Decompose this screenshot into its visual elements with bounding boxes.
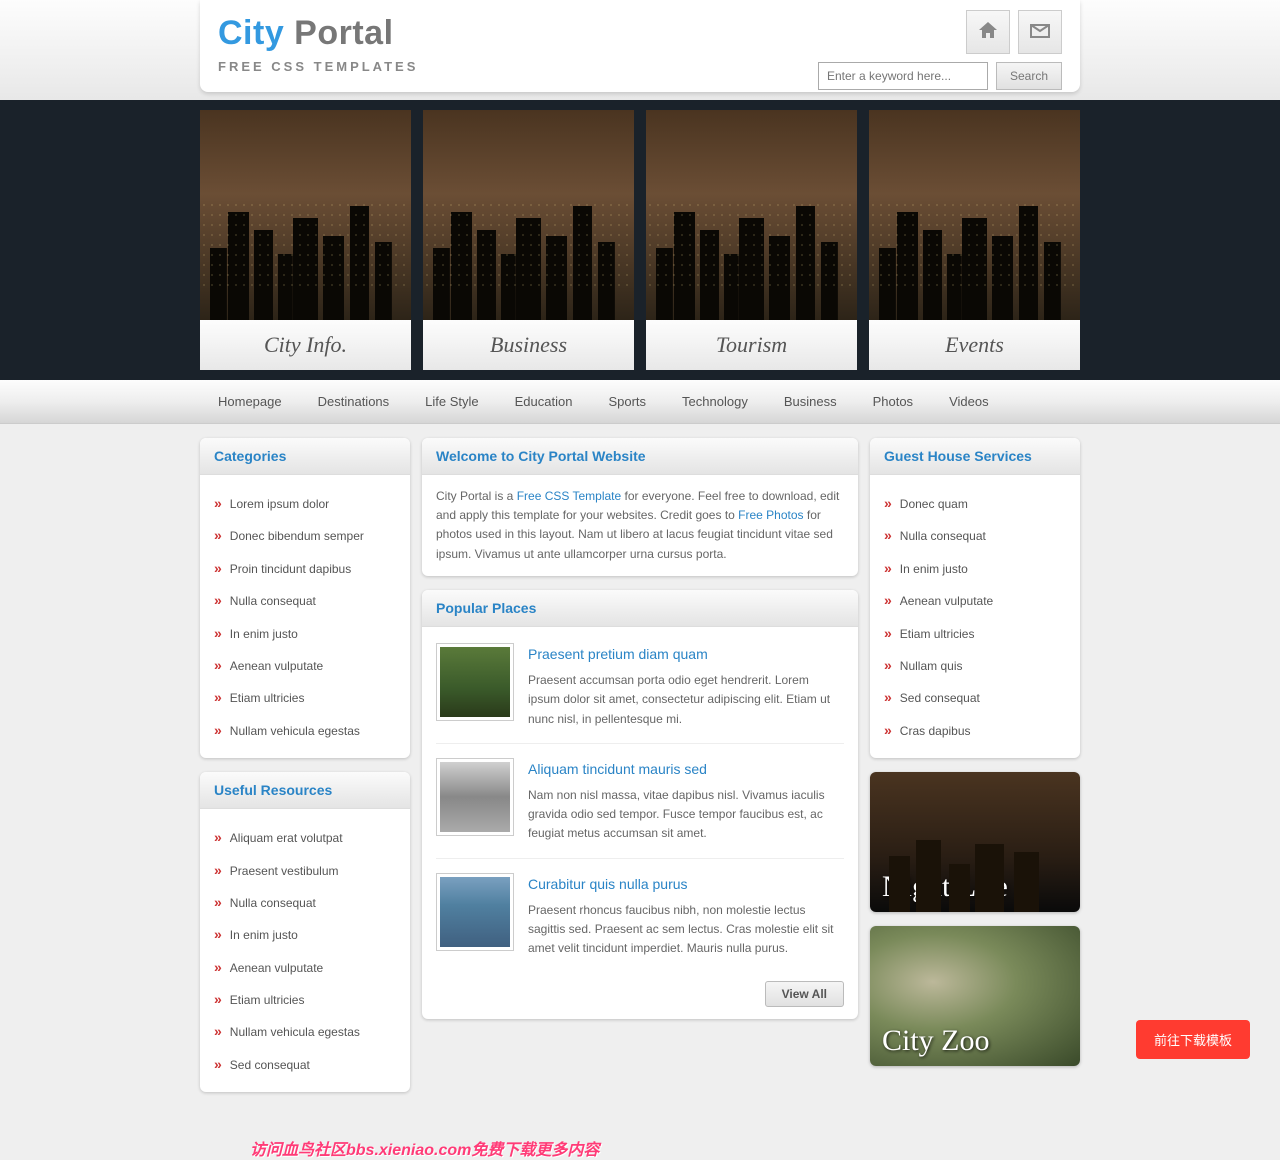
promo-night-life[interactable]: Night Life — [870, 772, 1080, 912]
view-all-button[interactable]: View All — [765, 981, 844, 1007]
list-item[interactable]: Nulla consequat — [214, 584, 396, 616]
list-item[interactable]: Aliquam erat volutpat — [214, 821, 396, 853]
place-thumb[interactable] — [436, 758, 514, 836]
panel-title: Useful Resources — [200, 772, 410, 809]
place-text: Praesent accumsan porta odio eget hendre… — [528, 671, 844, 729]
list-item[interactable]: Sed consequat — [214, 1048, 396, 1080]
list-item[interactable]: Sed consequat — [884, 681, 1066, 713]
link-free-photos[interactable]: Free Photos — [738, 508, 803, 522]
hero-image — [200, 110, 411, 320]
list-item[interactable]: Nulla consequat — [884, 519, 1066, 551]
place-text: Praesent rhoncus faucibus nibh, non mole… — [528, 901, 844, 959]
welcome-text: City Portal is a Free CSS Template for e… — [422, 475, 858, 576]
list-item[interactable]: Nullam quis — [884, 649, 1066, 681]
list-item[interactable]: Donec bibendum semper — [214, 519, 396, 551]
hero-card-tourism[interactable]: Tourism — [646, 110, 857, 370]
panel-title: Welcome to City Portal Website — [422, 438, 858, 475]
nav-business[interactable]: Business — [766, 380, 855, 423]
list-item[interactable]: Etiam ultricies — [214, 983, 396, 1015]
list-item[interactable]: Aenean vulputate — [214, 649, 396, 681]
list-item[interactable]: Praesent vestibulum — [214, 854, 396, 886]
list-item[interactable]: Donec quam — [884, 487, 1066, 519]
panel-guest-house: Guest House Services Donec quam Nulla co… — [870, 438, 1080, 758]
hero-image — [646, 110, 857, 320]
nav-destinations[interactable]: Destinations — [300, 380, 408, 423]
hero-label: City Info. — [200, 320, 411, 370]
header: City Portal FREE CSS TEMPLATES Search — [200, 0, 1080, 92]
nav-sports[interactable]: Sports — [590, 380, 664, 423]
contact-button[interactable] — [1018, 10, 1062, 54]
nav-technology[interactable]: Technology — [664, 380, 766, 423]
watermark-text: 访问血鸟社区bbs.xieniao.com免费下载更多内容 — [250, 1136, 599, 1160]
place-thumb[interactable] — [436, 643, 514, 721]
panel-categories: Categories Lorem ipsum dolor Donec biben… — [200, 438, 410, 758]
place-item: Praesent pretium diam quam Praesent accu… — [436, 639, 844, 743]
hero-image — [423, 110, 634, 320]
main-column: Welcome to City Portal Website City Port… — [422, 438, 858, 1092]
list-item[interactable]: Lorem ipsum dolor — [214, 487, 396, 519]
nav-education[interactable]: Education — [497, 380, 591, 423]
place-title[interactable]: Curabitur quis nulla purus — [528, 873, 844, 895]
list-item[interactable]: Proin tincidunt dapibus — [214, 552, 396, 584]
logo-part1: City — [218, 14, 284, 52]
main-nav: Homepage Destinations Life Style Educati… — [0, 380, 1280, 424]
place-title[interactable]: Aliquam tincidunt mauris sed — [528, 758, 844, 780]
list-item[interactable]: In enim justo — [214, 617, 396, 649]
logo-part2: Portal — [284, 14, 393, 52]
place-title[interactable]: Praesent pretium diam quam — [528, 643, 844, 665]
site-logo[interactable]: City Portal — [218, 14, 1062, 53]
list-item[interactable]: In enim justo — [214, 918, 396, 950]
download-template-button[interactable]: 前往下载模板 — [1136, 1020, 1250, 1059]
search-input[interactable] — [818, 62, 988, 90]
list-item[interactable]: Nullam vehicula egestas — [214, 1015, 396, 1047]
hero-banner: City Info. Business Tourism Events — [0, 100, 1280, 380]
search-button[interactable]: Search — [996, 62, 1062, 90]
list-item[interactable]: Etiam ultricies — [884, 617, 1066, 649]
right-sidebar: Guest House Services Donec quam Nulla co… — [870, 438, 1080, 1092]
place-text: Nam non nisl massa, vitae dapibus nisl. … — [528, 786, 844, 844]
panel-welcome: Welcome to City Portal Website City Port… — [422, 438, 858, 576]
panel-title: Popular Places — [422, 590, 858, 627]
hero-label: Events — [869, 320, 1080, 370]
panel-title: Categories — [200, 438, 410, 475]
panel-title: Guest House Services — [870, 438, 1080, 475]
promo-label: City Zoo — [882, 1024, 990, 1058]
place-item: Curabitur quis nulla purus Praesent rhon… — [436, 858, 844, 973]
list-item[interactable]: In enim justo — [884, 552, 1066, 584]
list-item[interactable]: Nulla consequat — [214, 886, 396, 918]
panel-popular-places: Popular Places Praesent pretium diam qua… — [422, 590, 858, 1019]
hero-image — [869, 110, 1080, 320]
home-button[interactable] — [966, 10, 1010, 54]
promo-city-zoo[interactable]: City Zoo — [870, 926, 1080, 1066]
place-thumb[interactable] — [436, 873, 514, 951]
nav-lifestyle[interactable]: Life Style — [407, 380, 496, 423]
hero-card-events[interactable]: Events — [869, 110, 1080, 370]
hero-label: Business — [423, 320, 634, 370]
nav-videos[interactable]: Videos — [931, 380, 1007, 423]
link-free-css[interactable]: Free CSS Template — [517, 489, 622, 503]
hero-card-cityinfo[interactable]: City Info. — [200, 110, 411, 370]
place-item: Aliquam tincidunt mauris sed Nam non nis… — [436, 743, 844, 858]
nav-homepage[interactable]: Homepage — [200, 380, 300, 423]
mail-icon — [1028, 19, 1052, 46]
list-item[interactable]: Cras dapibus — [884, 714, 1066, 746]
hero-card-business[interactable]: Business — [423, 110, 634, 370]
home-icon — [976, 19, 1000, 46]
panel-resources: Useful Resources Aliquam erat volutpat P… — [200, 772, 410, 1092]
hero-label: Tourism — [646, 320, 857, 370]
promo-label: Night Life — [882, 870, 1008, 904]
list-item[interactable]: Aenean vulputate — [884, 584, 1066, 616]
left-sidebar: Categories Lorem ipsum dolor Donec biben… — [200, 438, 410, 1092]
list-item[interactable]: Etiam ultricies — [214, 681, 396, 713]
list-item[interactable]: Nullam vehicula egestas — [214, 714, 396, 746]
list-item[interactable]: Aenean vulputate — [214, 951, 396, 983]
nav-photos[interactable]: Photos — [855, 380, 931, 423]
